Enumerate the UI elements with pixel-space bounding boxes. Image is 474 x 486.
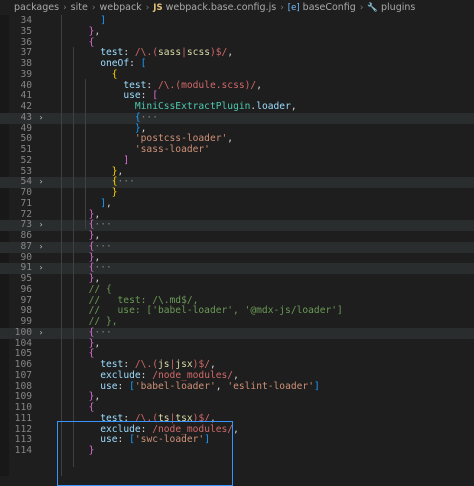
line-number: 100 [14, 326, 32, 338]
selection-highlight [57, 421, 233, 486]
chevron-right-icon: › [359, 2, 364, 13]
line-number: 96 [20, 283, 32, 295]
breadcrumb-item-site[interactable]: site [71, 2, 88, 13]
breadcrumb-item-packages[interactable]: packages [14, 2, 59, 13]
fold-chevron-icon[interactable]: › [36, 242, 46, 253]
fold-chevron-icon[interactable]: › [36, 263, 46, 274]
breadcrumb: packages › site › webpack › JS webpack.b… [0, 0, 474, 15]
line-number: 111 [14, 412, 32, 424]
line-number: 52 [20, 154, 32, 166]
breadcrumb-item-file[interactable]: webpack.base.config.js [166, 2, 277, 13]
fold-chevron-icon[interactable]: › [36, 220, 46, 231]
indent-guide [73, 47, 74, 467]
indent-guide [61, 15, 62, 476]
chevron-right-icon: › [91, 2, 96, 13]
breadcrumb-item-baseconfig[interactable]: baseConfig [303, 2, 356, 13]
line-number: 107 [14, 369, 32, 381]
line-number: 71 [20, 197, 32, 209]
code-editor[interactable]: 34 ] 35 }, 36 {37 test: /\.(sass|scss)$/, 3… [0, 15, 474, 486]
fold-chevron-icon[interactable]: › [36, 328, 46, 339]
line-number: 114 [14, 445, 32, 456]
line-number: 39 [20, 68, 32, 80]
line-number: 43 [20, 111, 32, 123]
chevron-right-icon: › [145, 2, 150, 13]
chevron-right-icon: › [63, 2, 67, 13]
js-file-icon: JS [153, 2, 163, 13]
breadcrumb-item-webpack[interactable]: webpack [99, 2, 141, 13]
line-number: 35 [20, 25, 32, 37]
chevron-right-icon: › [280, 2, 284, 13]
indent-guide [85, 79, 86, 229]
line-number: 87 [20, 240, 32, 252]
wrench-icon: 🔧 [367, 2, 379, 13]
symbol-variable-icon: [e] [287, 2, 300, 13]
fold-chevron-icon[interactable]: › [36, 177, 46, 188]
fold-chevron-icon[interactable]: › [36, 113, 46, 124]
breadcrumb-item-plugins[interactable]: plugins [381, 2, 415, 13]
